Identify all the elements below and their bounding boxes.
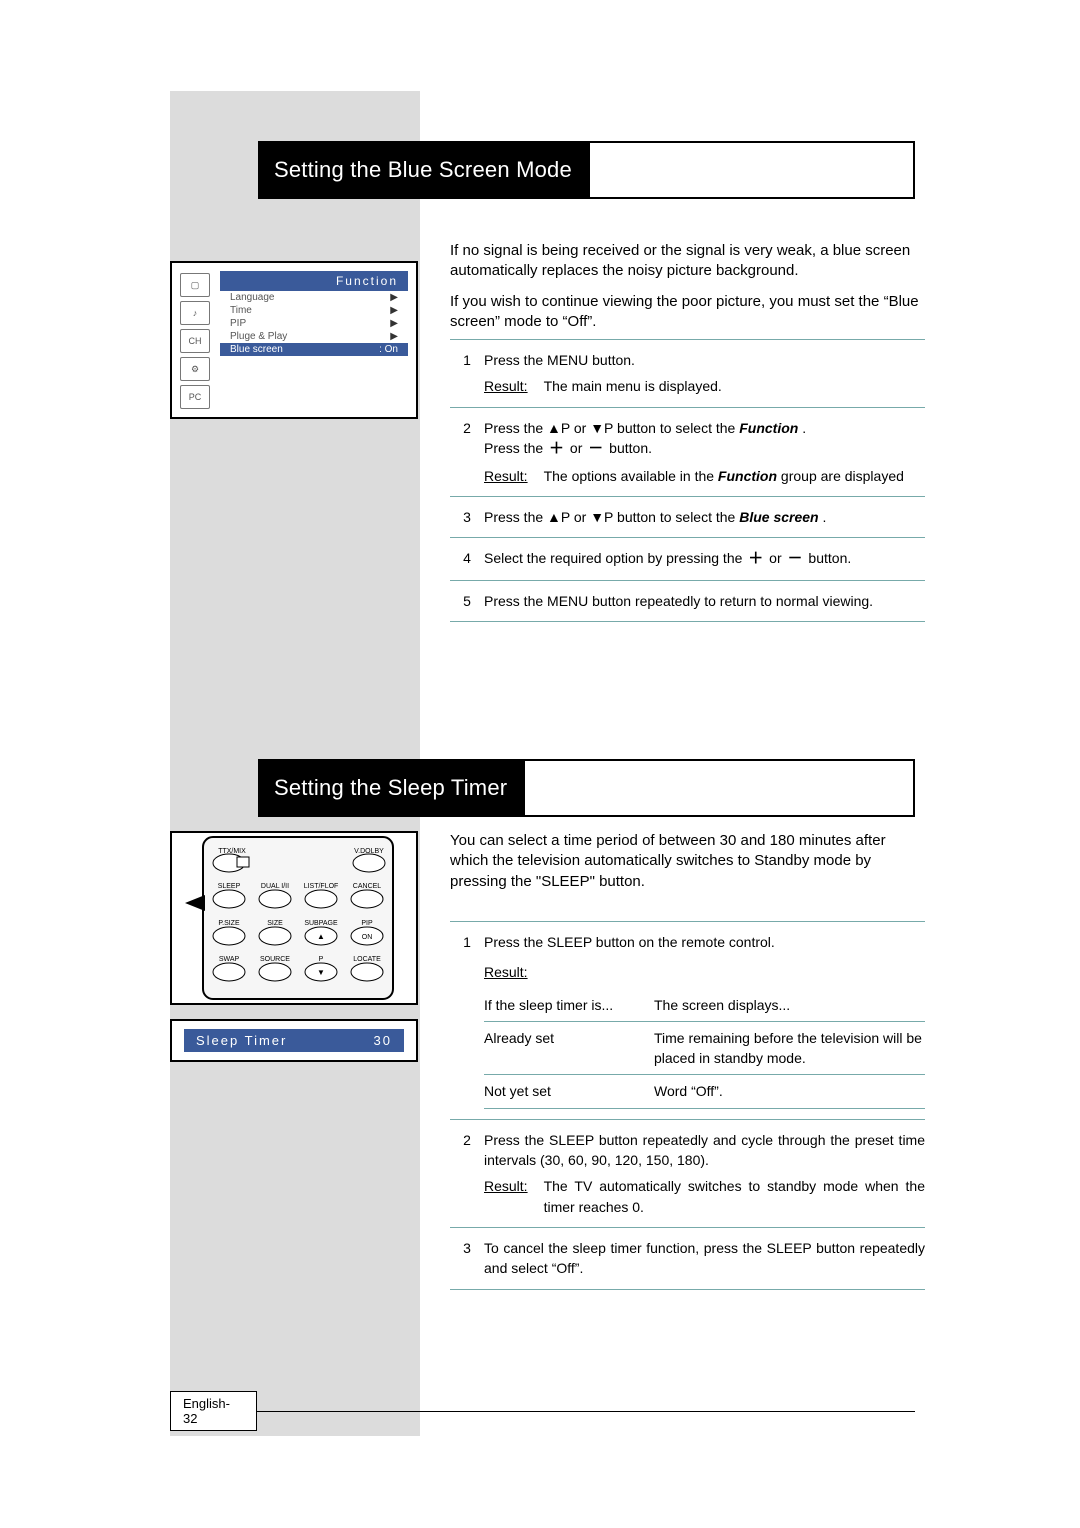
section-2-intro: You can select a time period of between … <box>450 831 920 892</box>
svg-text:DUAL I/II: DUAL I/II <box>261 883 289 890</box>
osd-icon-channel: CH <box>180 329 210 353</box>
step-1-result: The main menu is displayed. <box>544 376 722 396</box>
tbl-r2c1: Not yet set <box>484 1081 654 1101</box>
section-2-title-bar: Setting the Sleep Timer <box>258 759 915 817</box>
svg-text:SWAP: SWAP <box>219 956 240 963</box>
osd-icon-function: ⚙ <box>180 357 210 381</box>
vol-plus-icon: ＋ <box>746 548 765 570</box>
osd-row: Language▶ <box>220 291 408 304</box>
vol-plus-icon: ＋ <box>547 438 566 460</box>
tbl-r2c2: Word “Off”. <box>654 1081 925 1101</box>
svg-text:PIP: PIP <box>361 920 373 927</box>
osd-header: Function <box>220 271 408 291</box>
s2-step-2-text: Press the SLEEP button repeatedly and cy… <box>484 1130 925 1171</box>
osd-row-selected: Blue screen: On <box>220 343 408 356</box>
osd-icon-picture: ▢ <box>180 273 210 297</box>
sleep-timer-osd: Sleep Timer 30 <box>170 1019 418 1062</box>
vol-minus-icon: － <box>586 438 605 460</box>
svg-text:SOURCE: SOURCE <box>260 956 290 963</box>
sleep-osd-label: Sleep Timer <box>196 1033 287 1048</box>
svg-text:SUBPAGE: SUBPAGE <box>304 920 338 927</box>
tbl-r1c2: Time remaining before the television wil… <box>654 1028 925 1069</box>
step-4: 4 Select the required option by pressing… <box>450 537 925 580</box>
svg-text:▼: ▼ <box>317 968 325 977</box>
intro-line-1: If no signal is being received or the si… <box>450 241 920 282</box>
step-1: 1 Press the MENU button. Result: The mai… <box>450 340 925 407</box>
section-2-steps: 1 Press the SLEEP button on the remote c… <box>450 921 925 1290</box>
vol-minus-icon: － <box>786 548 805 570</box>
osd-row: Time▶ <box>220 304 408 317</box>
tbl-h1: If the sleep timer is... <box>484 995 654 1015</box>
s2-step-3-text: To cancel the sleep timer function, pres… <box>484 1238 925 1279</box>
section-1-title-bar: Setting the Blue Screen Mode <box>258 141 915 199</box>
result-label: Result: <box>484 964 528 980</box>
svg-text:LIST/FLOF: LIST/FLOF <box>304 883 339 890</box>
step-2: 2 Press the ▲P or ▼P button to select th… <box>450 407 925 496</box>
svg-text:P: P <box>319 956 324 963</box>
sleep-osd-value: 30 <box>374 1033 392 1048</box>
result-label: Result: <box>484 466 528 486</box>
svg-text:▲: ▲ <box>317 932 325 941</box>
remote-svg: TTX/MIX V.DOLBY SLEEP DUAL I/II LIST/FLO… <box>179 833 409 1003</box>
tbl-r1c1: Already set <box>484 1028 654 1069</box>
section-1-steps: 1 Press the MENU button. Result: The mai… <box>450 339 925 622</box>
s2-step-2-result: The TV automatically switches to standby… <box>544 1176 925 1217</box>
step-5: 5 Press the MENU button repeatedly to re… <box>450 580 925 621</box>
remote-illustration: TTX/MIX V.DOLBY SLEEP DUAL I/II LIST/FLO… <box>170 831 418 1062</box>
svg-text:LOCATE: LOCATE <box>353 956 381 963</box>
step-3: 3 Press the ▲P or ▼P button to select th… <box>450 496 925 537</box>
function-word: Function <box>739 420 798 436</box>
svg-text:ON: ON <box>362 934 373 941</box>
intro-line-2a: If you wish to continue viewing the poor… <box>450 293 884 310</box>
tbl-h2: The screen displays... <box>654 995 925 1015</box>
step-1-text: Press the MENU button. <box>484 350 925 370</box>
osd-icon-pc: PC <box>180 385 210 409</box>
s2-step-1-text: Press the SLEEP button on the remote con… <box>484 932 925 952</box>
page-number: English-32 <box>170 1391 257 1431</box>
osd-row: PIP▶ <box>220 317 408 330</box>
function-osd: ▢ ♪ CH ⚙ PC Function Language▶ Time▶ PIP… <box>170 261 418 419</box>
section-1-title: Setting the Blue Screen Mode <box>260 143 590 197</box>
svg-text:SIZE: SIZE <box>267 920 283 927</box>
svg-text:P.SIZE: P.SIZE <box>218 920 240 927</box>
sleep-state-table: If the sleep timer is... The screen disp… <box>484 989 925 1109</box>
result-label: Result: <box>484 376 528 396</box>
result-label: Result: <box>484 1176 528 1217</box>
svg-text:CANCEL: CANCEL <box>353 883 382 890</box>
section-1-intro: If no signal is being received or the si… <box>450 241 920 332</box>
osd-row: Pluge & Play▶ <box>220 330 408 343</box>
bluescreen-word: Blue screen <box>739 509 818 525</box>
step-3: 3 To cancel the sleep timer function, pr… <box>450 1227 925 1289</box>
osd-icon-sound: ♪ <box>180 301 210 325</box>
step-2: 2 Press the SLEEP button repeatedly and … <box>450 1119 925 1227</box>
svg-text:SLEEP: SLEEP <box>218 883 241 890</box>
section-2-title: Setting the Sleep Timer <box>260 761 525 815</box>
step-1: 1 Press the SLEEP button on the remote c… <box>450 922 925 1119</box>
